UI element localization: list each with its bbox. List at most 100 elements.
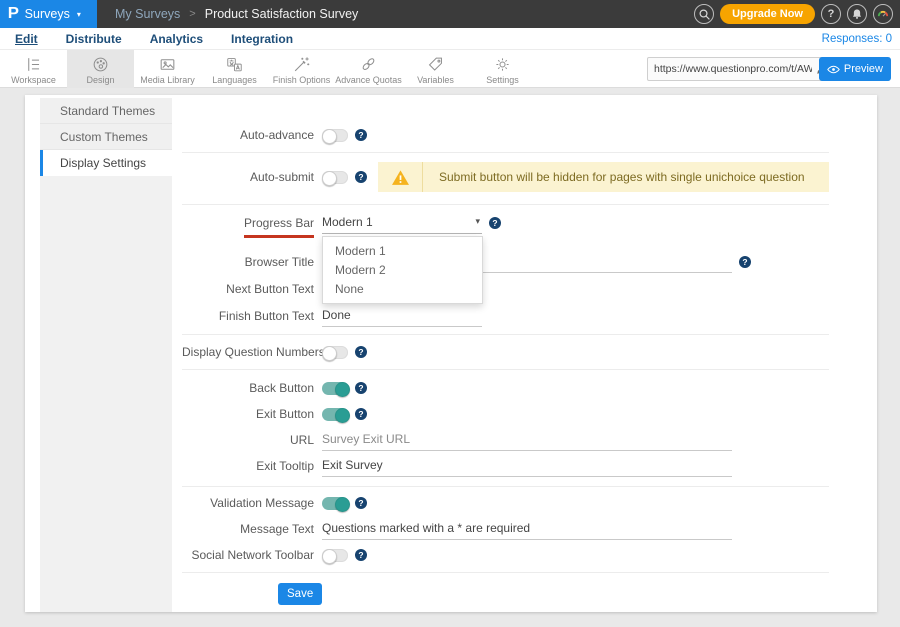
toolbar-item-languages[interactable]: Languages [201,50,268,88]
breadcrumb: My Surveys > Product Satisfaction Survey [115,7,358,21]
back-button-row: Back Button ? [182,375,829,401]
next-button-text-label: Next Button Text [182,282,322,296]
progress-bar-selected-value: Modern 1 [322,215,373,229]
exit-button-help-icon[interactable]: ? [355,408,367,420]
help-button[interactable]: ? [821,4,841,24]
display-settings-panel: Standard Themes Custom Themes Display Se… [25,95,877,612]
divider [182,204,829,205]
divider [182,486,829,487]
social-network-toolbar-toggle[interactable] [322,549,348,562]
sidebar-item-display-settings[interactable]: Display Settings [40,150,172,176]
tab-edit[interactable]: Edit [8,32,45,46]
social-network-toolbar-row: Social Network Toolbar ? [182,542,829,568]
toolbar-item-design[interactable]: Design [67,50,134,88]
toolbar-item-advance-quotas[interactable]: Advance Quotas [335,50,402,88]
dropdown-option-modern-2[interactable]: Modern 2 [323,261,482,280]
toolbar-item-finish-options[interactable]: Finish Options [268,50,335,88]
validation-message-toggle[interactable] [322,497,348,510]
auto-submit-row: Auto-submit ? Submit button will be hidd… [182,162,829,192]
breadcrumb-my-surveys[interactable]: My Surveys [115,7,180,21]
product-name: Surveys [25,7,70,21]
auto-advance-toggle[interactable] [322,129,348,142]
breadcrumb-current-survey: Product Satisfaction Survey [205,7,359,21]
sidebar-item-standard-themes[interactable]: Standard Themes [40,98,172,124]
back-button-help-icon[interactable]: ? [355,382,367,394]
top-bar: P Surveys ▾ My Surveys > Product Satisfa… [0,0,900,28]
toolbar-item-settings[interactable]: Settings [469,50,536,88]
tab-distribute[interactable]: Distribute [59,32,129,46]
dropdown-option-modern-1[interactable]: Modern 1 [323,242,482,261]
section-tabs: Edit Distribute Analytics Integration Re… [0,28,900,50]
tab-analytics[interactable]: Analytics [143,32,210,46]
progress-bar-label: Progress Bar [182,216,322,230]
advance-quotas-icon [359,55,378,74]
auto-submit-toggle[interactable] [322,171,348,184]
display-question-numbers-help-icon[interactable]: ? [355,346,367,358]
divider [182,572,829,573]
message-text-input[interactable]: Questions marked with a * are required [322,519,732,540]
browser-title-row: Browser Title ? [182,249,829,275]
themes-sidebar: Standard Themes Custom Themes Display Se… [40,98,172,612]
questionpro-logo-icon: P [8,6,19,22]
exit-button-row: Exit Button ? [182,401,829,427]
chevron-down-icon: ▾ [77,10,81,19]
exit-url-label: URL [182,433,322,447]
browser-title-label: Browser Title [182,255,322,269]
workspace-icon [24,55,43,74]
auto-submit-warning: Submit button will be hidden for pages w… [378,162,829,192]
dropdown-option-none[interactable]: None [323,280,482,299]
progress-bar-select[interactable]: Modern 1 ▾ Modern 1 Modern 2 None [322,213,482,234]
notifications-button[interactable] [847,4,867,24]
content-area: Standard Themes Custom Themes Display Se… [0,88,900,627]
progress-bar-help-icon[interactable]: ? [489,217,501,229]
exit-tooltip-row: Exit Tooltip Exit Survey [182,453,829,479]
validation-message-help-icon[interactable]: ? [355,497,367,509]
message-text-label: Message Text [182,522,322,536]
languages-icon [225,55,244,74]
auto-advance-help-icon[interactable]: ? [355,129,367,141]
responses-count[interactable]: Responses: 0 [822,33,892,45]
exit-button-label: Exit Button [182,407,322,421]
select-caret-icon: ▾ [475,216,480,227]
tab-integration[interactable]: Integration [224,32,300,46]
surveys-product-menu[interactable]: P Surveys ▾ [0,0,97,28]
usage-meter-button[interactable] [873,4,893,24]
auto-submit-label: Auto-submit [182,170,322,184]
save-button[interactable]: Save [278,583,322,605]
topbar-actions: Upgrade Now ? [694,4,893,24]
survey-url-field[interactable]: https://www.questionpro.com/t/AW22Zh44 [647,57,835,81]
back-button-toggle[interactable] [322,382,348,395]
auto-submit-help-icon[interactable]: ? [355,171,367,183]
auto-advance-row: Auto-advance ? [182,122,829,148]
divider [182,152,829,153]
search-icon [698,8,711,21]
design-toolbar: Workspace Design Media Library Languages… [0,50,900,88]
preview-button[interactable]: Preview [819,57,891,81]
warning-triangle-icon [391,169,410,186]
sidebar-item-custom-themes[interactable]: Custom Themes [40,124,172,150]
exit-url-input[interactable]: Survey Exit URL [322,430,732,451]
browser-title-help-icon[interactable]: ? [739,256,751,268]
divider [182,369,829,370]
display-settings-form: Auto-advance ? Auto-submit ? Submit butt… [172,95,877,612]
exit-tooltip-input[interactable]: Exit Survey [322,456,732,477]
toolbar-item-media-library[interactable]: Media Library [134,50,201,88]
auto-advance-label: Auto-advance [182,128,322,142]
display-question-numbers-toggle[interactable] [322,346,348,359]
media-library-icon [158,55,177,74]
social-network-toolbar-help-icon[interactable]: ? [355,549,367,561]
finish-button-text-input[interactable]: Done [322,306,482,327]
finish-options-icon [292,55,311,74]
breadcrumb-separator: > [189,8,195,20]
bell-icon [851,8,863,20]
validation-message-label: Validation Message [182,496,322,510]
gauge-icon [876,7,890,21]
toolbar-item-variables[interactable]: Variables [402,50,469,88]
exit-button-toggle[interactable] [322,408,348,421]
search-button[interactable] [694,4,714,24]
toolbar-item-workspace[interactable]: Workspace [0,50,67,88]
survey-url-value: https://www.questionpro.com/t/AW22Zh44 [654,63,812,75]
exit-url-row: URL Survey Exit URL [182,427,829,453]
settings-icon [493,55,512,74]
upgrade-now-button[interactable]: Upgrade Now [720,4,815,24]
